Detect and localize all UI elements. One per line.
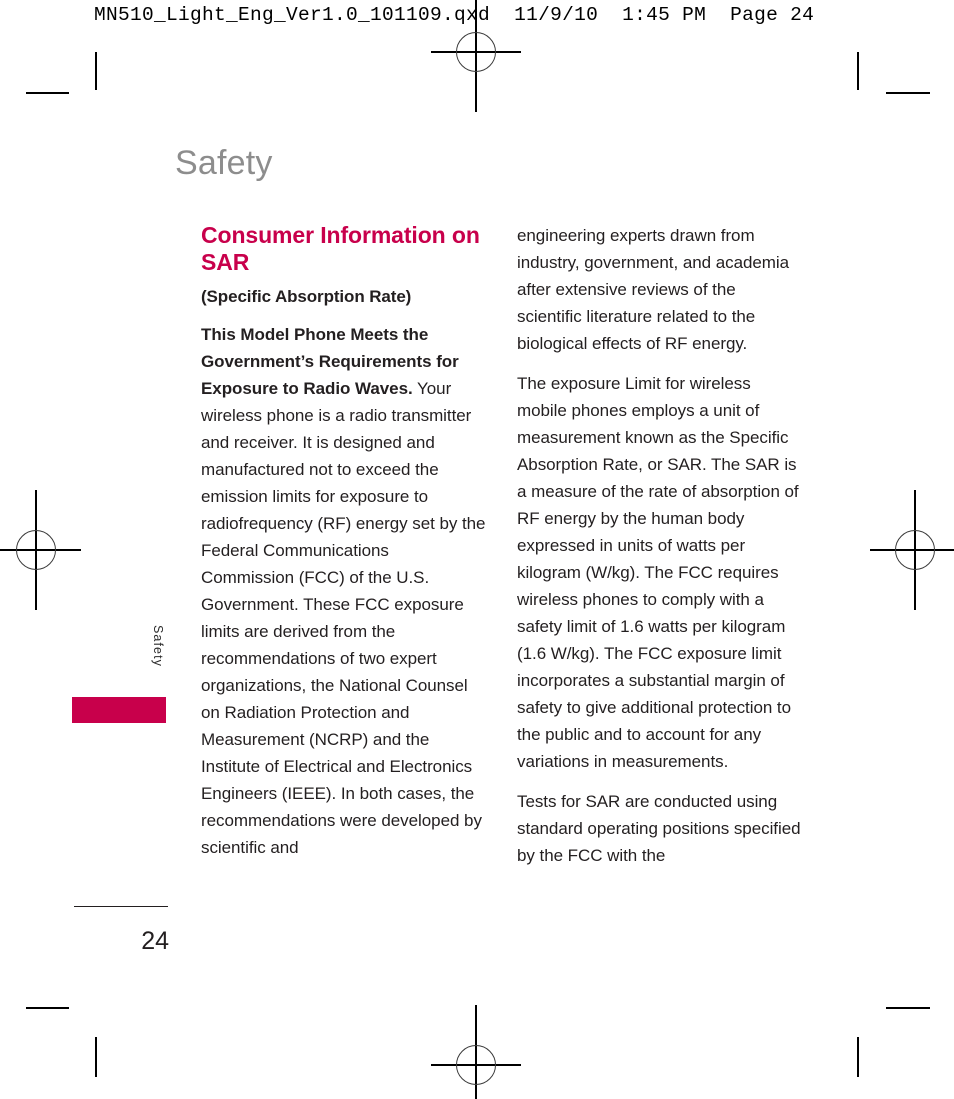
registration-target-ring (456, 1045, 496, 1085)
crop-mark-top-left-vertical (95, 52, 97, 90)
prepress-header-text: MN510_Light_Eng_Ver1.0_101109.qxd 11/9/1… (94, 4, 815, 26)
registration-target-bottom (431, 1005, 521, 1099)
side-tab-label: Safety (151, 625, 165, 668)
registration-target-ring (895, 530, 935, 570)
page-title: Safety (175, 144, 273, 182)
registration-target-right (870, 490, 954, 610)
registration-target-ring (456, 32, 496, 72)
crop-mark-top-right-vertical (857, 52, 859, 90)
crop-mark-top-right-horizontal (886, 92, 930, 94)
paragraph-right-1: engineering experts drawn from industry,… (517, 226, 790, 353)
side-tab-bar (72, 697, 166, 723)
paragraph-right-3: Tests for SAR are conducted using standa… (517, 792, 801, 865)
paragraph-left-1: This Model Phone Meets the Government’s … (201, 321, 486, 861)
section-heading: Consumer Information on SAR (201, 222, 480, 276)
crop-mark-bottom-left-horizontal (26, 1007, 69, 1009)
paragraph-right-2: The exposure Limit for wireless mobile p… (517, 374, 799, 771)
paragraph-body-text: Your wireless phone is a radio transmitt… (201, 379, 486, 857)
crop-mark-top-left-horizontal (26, 92, 69, 94)
registration-target-left (0, 490, 81, 610)
text-column-left: Consumer Information on SAR (Specific Ab… (201, 222, 486, 861)
registration-target-ring (16, 530, 56, 570)
page-number: 24 (141, 927, 169, 955)
section-subtitle: (Specific Absorption Rate) (201, 287, 412, 307)
crop-mark-bottom-right-vertical (857, 1037, 859, 1077)
crop-mark-bottom-right-horizontal (886, 1007, 930, 1009)
text-column-right: engineering experts drawn from industry,… (517, 222, 805, 869)
crop-mark-bottom-left-vertical (95, 1037, 97, 1077)
page-canvas: MN510_Light_Eng_Ver1.0_101109.qxd 11/9/1… (0, 0, 954, 1099)
folio-rule (74, 906, 168, 908)
